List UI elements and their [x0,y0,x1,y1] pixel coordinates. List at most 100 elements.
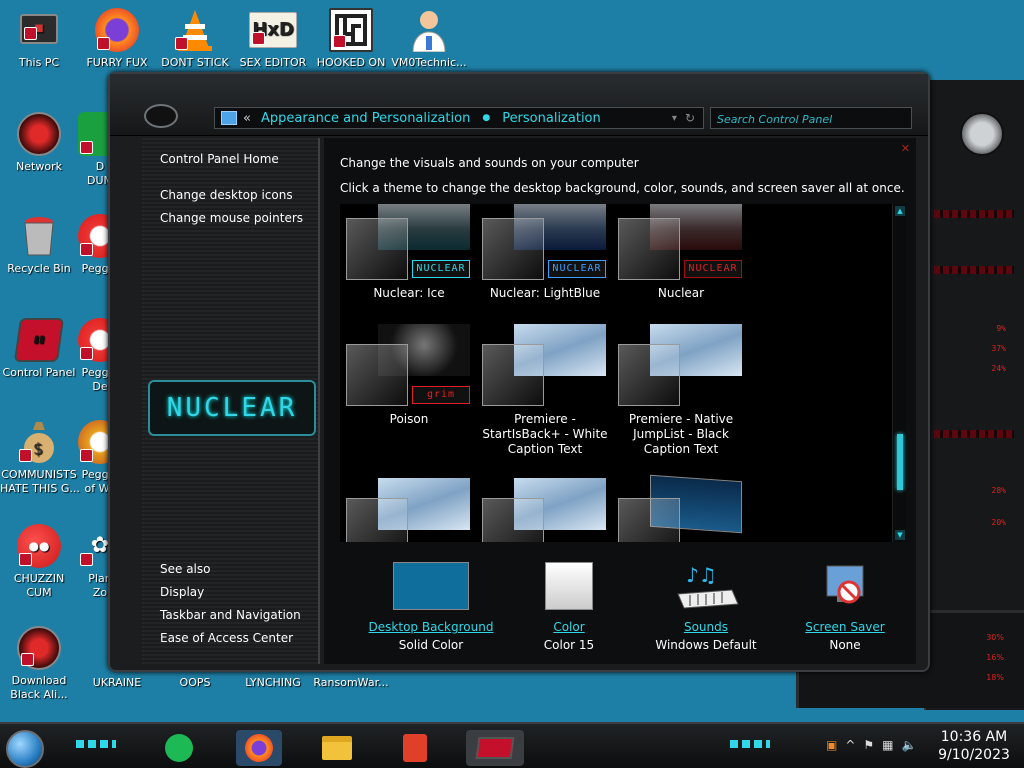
desktop-icon-control-panel[interactable]: ▮▮ Control Panel [0,318,78,380]
taskbar-app-spotify[interactable] [156,730,202,766]
theme-label: Poison [389,412,429,426]
desktop-icon-recycle-bin[interactable]: Recycle Bin [0,214,78,276]
theme-tag: NUCLEAR [548,260,606,278]
sidebar-link-control-panel-home[interactable]: Control Panel Home [160,152,279,166]
chuzzle-icon: ●● [17,524,61,568]
setting-screen-saver[interactable]: Screen Saver None [780,562,910,652]
theme-label: Premiere - Native JumpList - Black Capti… [628,412,734,456]
refresh-icon[interactable]: ↻ [685,111,695,125]
setting-sounds[interactable]: ♪♫ Sounds Windows Default [641,562,771,652]
theme-nuclear-ice[interactable]: NUCLEAR Nuclear: Ice [344,204,474,301]
breadcrumb-personalization[interactable]: Personalization [502,111,601,126]
theme-nuclear-lightblue[interactable]: NUCLEAR Nuclear: LightBlue [480,204,610,301]
theme-tag: NUCLEAR [412,260,470,278]
taskbar-clock[interactable]: 10:36 AM 9/10/2023 [932,728,1016,764]
scrollbar-thumb[interactable] [897,434,903,490]
theme-premiere-native-jumplist[interactable]: Premiere - Native JumpList - Black Capti… [616,324,746,457]
volume-icon[interactable]: 🔈 [902,738,917,752]
meter-percent: 16% [986,653,1004,662]
breadcrumb-appearance[interactable]: Appearance and Personalization [261,111,470,126]
gallery-scrollbar[interactable]: ▲ ▼ [892,204,906,542]
sounds-link[interactable]: Sounds [641,620,771,634]
taskbar-app-firefox[interactable] [236,730,282,766]
setting-color[interactable]: Color Color 15 [504,562,634,652]
meter-bar [934,266,1014,274]
desktop-background-link[interactable]: Desktop Background [366,620,496,634]
start-orb-button[interactable] [6,730,44,768]
flag-icon[interactable]: ⚑ [863,738,874,752]
search-box[interactable] [710,107,912,130]
address-back-chevron[interactable]: « [243,111,251,126]
theme-preview [618,324,744,406]
search-input[interactable] [711,109,911,130]
desktop-icon-download-black-alien[interactable]: Download Black Ali... [0,626,78,702]
close-icon[interactable]: ✕ [901,142,910,155]
control-panel-icon [475,737,515,759]
desktop-icon-sex-editor[interactable]: HxD SEX EDITOR [234,8,312,70]
sidebar-link-change-desktop-icons[interactable]: Change desktop icons [160,188,293,202]
sidebar-link-change-mouse-pointers[interactable]: Change mouse pointers [160,211,303,225]
theme-preview: NUCLEAR [618,204,744,280]
theme-partial[interactable] [616,474,746,542]
setting-desktop-background[interactable]: Desktop Background Solid Color [366,562,496,652]
tray-app-icon[interactable]: ▣ [826,738,837,752]
network-icon[interactable]: ▦ [882,738,893,752]
maze-icon [329,8,373,52]
theme-premiere-startisback[interactable]: Premiere - StartIsBack+ - White Caption … [480,324,610,457]
breadcrumb-separator-icon: ● [482,113,491,123]
theme-label: Nuclear: Ice [373,286,445,300]
taskbar-app-explorer[interactable] [314,730,360,766]
theme-preview [482,478,608,542]
theme-nuclear[interactable]: NUCLEAR Nuclear [616,204,746,301]
tray-expand-icon[interactable]: ^ [845,738,855,752]
theme-partial[interactable] [344,478,474,542]
screen-saver-link[interactable]: Screen Saver [780,620,910,634]
taskbar-decoration [76,740,116,748]
color-swatch-icon [393,562,469,610]
desktop-icon-communists[interactable]: $ COMMUNISTS HATE THIS G... [0,420,80,496]
theme-gallery[interactable]: NUCLEAR Nuclear: Ice NUCLEAR Nuclear: Li… [340,204,892,542]
meter-percent: 18% [986,673,1004,682]
sidebar-link-ease-of-access[interactable]: Ease of Access Center [160,631,293,645]
theme-poison[interactable]: grim Poison [344,324,474,427]
svg-text:$: $ [33,439,43,458]
alienware-button[interactable] [960,112,1004,156]
desktop-icon-this-pc[interactable]: ■ This PC [0,8,78,70]
sounds-value: Windows Default [655,638,757,652]
meter-percent: 30% [986,633,1004,642]
sidebar-link-display[interactable]: Display [160,585,204,599]
hxd-icon: HxD [249,12,297,48]
address-dropdown-icon[interactable]: ▾ [672,113,677,124]
desktop-icon-label: RansomWar... [313,676,389,689]
desktop-icon-furry-fux[interactable]: FURRY FUX [78,8,156,70]
theme-glass-tile [346,344,408,406]
scroll-down-arrow-icon[interactable]: ▼ [895,530,905,540]
desktop-icon-oops[interactable]: OOPS [156,676,234,690]
page-description: Click a theme to change the desktop back… [340,181,905,195]
sidebar-link-taskbar-navigation[interactable]: Taskbar and Navigation [160,608,301,622]
taskbar-app-office[interactable] [392,730,438,766]
desktop-icon-lynching[interactable]: LYNCHING [234,676,312,690]
nuclear-logo: NUCLEAR [148,380,316,436]
desktop-icon-label: SEX EDITOR [239,56,307,69]
address-bar[interactable]: « Appearance and Personalization ● Perso… [214,107,704,129]
scroll-up-arrow-icon[interactable]: ▲ [895,206,905,216]
window-logo-icon[interactable] [144,104,178,128]
desktop-icon-label: Control Panel [2,366,76,379]
desktop-icon-chuzzin[interactable]: ●● CHUZZIN CUM [0,524,78,600]
desktop-icon-network[interactable]: Network [0,112,78,174]
desktop-icon-ransomware[interactable]: RansomWar... [312,676,390,690]
desktop-icon-label: DONT STICK [161,56,229,69]
desktop-icon-label: This PC [18,56,60,69]
desktop-icon-hooked-on[interactable]: HOOKED ON [312,8,390,70]
desktop-icon-dont-stick[interactable]: DONT STICK [156,8,234,70]
theme-partial[interactable] [480,478,610,542]
color-link[interactable]: Color [504,620,634,634]
see-also-heading: See also [160,562,211,576]
title-bar[interactable]: « Appearance and Personalization ● Perso… [110,74,928,136]
desktop-icon-vm0technic[interactable]: VM0Technic... [390,8,468,70]
screen-saver-value: None [829,638,861,652]
clock-time: 10:36 AM [940,729,1008,745]
desktop-icon-ukraine[interactable]: UKRAINE [78,676,156,690]
taskbar-app-control-panel[interactable] [466,730,524,766]
